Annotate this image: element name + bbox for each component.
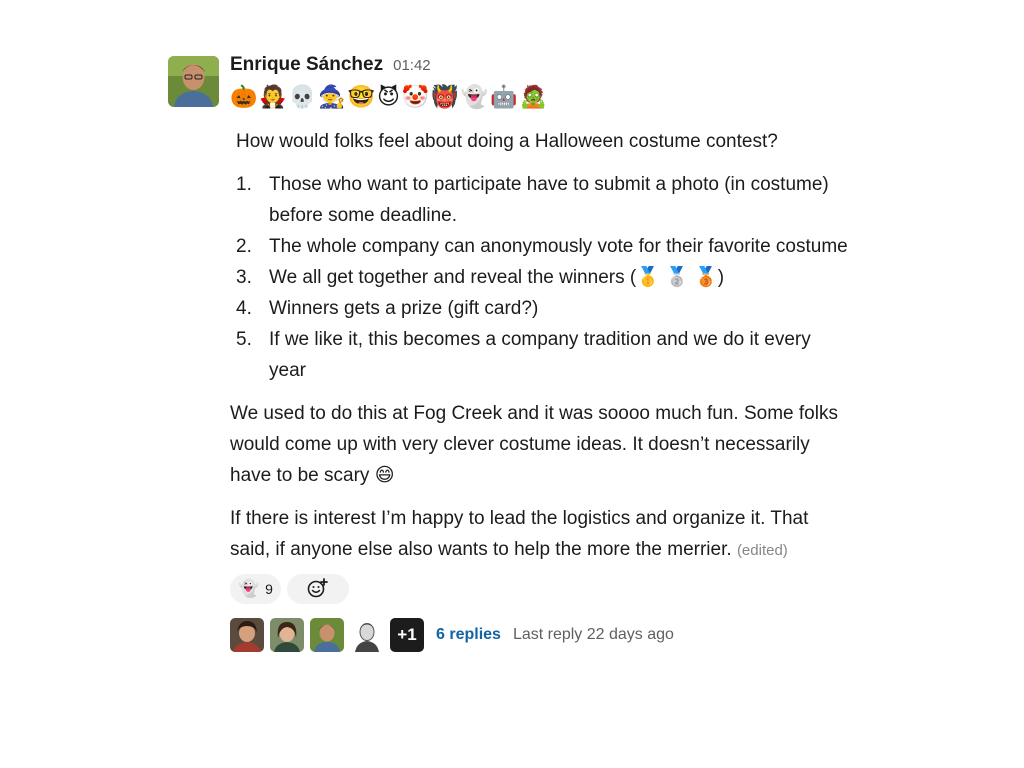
replies-link[interactable]: 6 replies <box>436 626 501 644</box>
list-number: 3. <box>236 267 252 288</box>
list-number: 5. <box>236 329 252 350</box>
paragraph-text: If there is interest I’m happy to lead t… <box>230 508 809 560</box>
list-number: 1. <box>236 174 252 195</box>
paragraph-text: We used to do this at Fog Creek and it w… <box>230 403 838 486</box>
message-timestamp[interactable]: 01:42 <box>393 57 431 74</box>
reply-avatar <box>230 618 264 652</box>
list-item-text: Winners gets a prize (gift card?) <box>269 298 539 319</box>
numbered-list: 1. Those who want to participate have to… <box>230 169 850 386</box>
list-number: 4. <box>236 298 252 319</box>
message-intro: How would folks feel about doing a Hallo… <box>236 131 778 152</box>
author-name[interactable]: Enrique Sánchez <box>230 54 383 76</box>
list-item-text: If we like it, this becomes a company tr… <box>269 329 811 381</box>
list-item: 1. Those who want to participate have to… <box>230 169 850 231</box>
list-item: 3. We all get together and reveal the wi… <box>230 262 850 293</box>
reply-avatar <box>350 618 384 652</box>
edited-label: (edited) <box>736 542 788 559</box>
last-reply-time: Last reply 22 days ago <box>512 626 674 643</box>
reaction-ghost[interactable]: 👻 9 <box>230 574 281 604</box>
message-content: Enrique Sánchez 01:42 🎃🧛💀🧙🤓😈🤡👹👻🤖🧟 How wo… <box>230 54 850 652</box>
add-reaction-icon <box>307 577 329 601</box>
list-number: 2. <box>236 236 252 257</box>
message-paragraph: We used to do this at Fog Creek and it w… <box>230 398 850 491</box>
list-item-text: The whole company can anonymously vote f… <box>269 236 848 257</box>
list-item: 4. Winners gets a prize (gift card?) <box>230 293 850 324</box>
costume-emoji-row: 🎃🧛💀🧙🤓😈🤡👹👻🤖🧟 <box>230 84 549 109</box>
reply-avatar <box>310 618 344 652</box>
medal-emojis: 🥇 🥈 🥉 <box>636 267 718 288</box>
thread-summary[interactable]: +1 6 replies Last reply 22 days ago <box>230 618 850 652</box>
author-avatar[interactable] <box>168 56 219 107</box>
list-item: 2. The whole company can anonymously vot… <box>230 231 850 262</box>
reactions-bar: 👻 9 <box>230 574 850 604</box>
list-item-text: Those who want to participate have to su… <box>269 174 829 226</box>
ghost-icon: 👻 <box>238 579 260 598</box>
reply-avatar <box>270 618 304 652</box>
grinning-emoji: 😄 <box>374 465 395 486</box>
list-item: 5. If we like it, this becomes a company… <box>230 324 850 386</box>
more-participants-badge: +1 <box>390 618 424 652</box>
message-paragraph: If there is interest I’m happy to lead t… <box>230 503 850 566</box>
add-reaction-button[interactable] <box>286 574 349 604</box>
reaction-count: 9 <box>265 581 273 597</box>
list-item-text-end: ) <box>717 267 725 288</box>
message-header: Enrique Sánchez 01:42 <box>230 54 850 80</box>
list-item-text: We all get together and reveal the winne… <box>269 267 637 288</box>
